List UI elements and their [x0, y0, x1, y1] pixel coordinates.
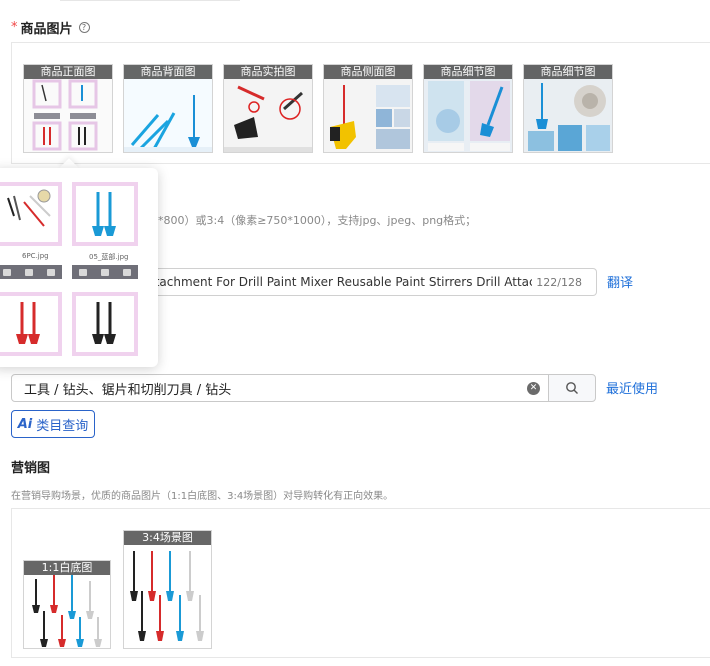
product-image-detail-2[interactable]: 商品细节图	[523, 64, 613, 153]
popover-image-red[interactable]	[0, 292, 62, 356]
view-icon[interactable]	[79, 268, 87, 276]
marketing-label: 1:1白底图	[24, 561, 110, 575]
slot-label: 商品侧面图	[324, 65, 412, 79]
popover-image-black[interactable]	[72, 292, 138, 356]
category-search-button[interactable]	[548, 374, 596, 402]
scene-image-preview	[124, 531, 211, 648]
slot-label: 商品细节图	[424, 65, 512, 79]
product-image-back[interactable]: 商品背面图	[123, 64, 213, 153]
product-image-front[interactable]: 商品正面图	[23, 64, 113, 153]
marketing-title: 营销图	[11, 461, 51, 476]
char-counter: 122/128	[536, 276, 582, 289]
product-image-detail-1[interactable]: 商品细节图	[423, 64, 513, 153]
marketing-label: 3:4场景图	[124, 531, 211, 545]
product-images-label: 商品图片	[20, 22, 73, 37]
question-circle-icon[interactable]: ?	[78, 22, 90, 33]
slot-label: 商品细节图	[524, 65, 612, 79]
black-image-preview	[92, 302, 116, 344]
ai-icon: Ai	[17, 416, 33, 432]
6pc-image-preview	[7, 189, 51, 227]
product-title-value: ttachment For Drill Paint Mixer Reusable…	[150, 275, 532, 289]
clear-icon[interactable]: ✕	[527, 382, 540, 395]
category-value: 工具 / 钻头、锯片和切削刀具 / 钻头	[24, 382, 232, 398]
marketing-panel	[11, 508, 710, 658]
product-title-input[interactable]: ttachment For Drill Paint Mixer Reusable…	[150, 268, 597, 296]
popover-actions-1	[0, 265, 62, 279]
popover-actions-2	[72, 265, 138, 279]
delete-icon[interactable]	[123, 268, 131, 276]
search-icon	[566, 382, 578, 394]
required-mark: *	[11, 20, 18, 35]
marketing-hint: 在营销导购场景，优质的商品图片（1:1白底图、3:4场景图）对导购转化有正向效果…	[11, 491, 394, 502]
product-image-real[interactable]: 商品实拍图	[223, 64, 313, 153]
marketing-image-scene[interactable]: 3:4场景图	[123, 530, 212, 649]
slot-label: 商品背面图	[124, 65, 212, 79]
ai-button-label: 类目查询	[36, 418, 89, 434]
popover-image-6pc[interactable]	[0, 182, 62, 246]
translate-link[interactable]: 翻译	[607, 272, 633, 291]
recent-used-link[interactable]: 最近使用	[606, 378, 658, 397]
slot-label: 商品实拍图	[224, 65, 312, 79]
red-image-preview	[16, 302, 40, 344]
top-divider	[60, 0, 240, 1]
popover-image-blue[interactable]	[72, 182, 138, 246]
link-icon[interactable]	[101, 268, 109, 276]
view-icon[interactable]	[3, 268, 11, 276]
link-icon[interactable]	[25, 268, 33, 276]
slot-label: 商品正面图	[24, 65, 112, 79]
ai-category-query-button[interactable]: Ai 类目查询	[11, 410, 95, 438]
marketing-image-square[interactable]: 1:1白底图	[23, 560, 111, 649]
delete-icon[interactable]	[47, 268, 55, 276]
popover-image-name: 6PC.jpg	[22, 252, 49, 260]
image-format-hint: 00*800）或3:4（像素≥750*1000），支持jpg、jpeg、png格…	[144, 214, 477, 227]
product-images-title: * 商品图片 ?	[11, 18, 90, 37]
popover-image-name: 05_蓝部.jpg	[89, 253, 129, 261]
category-input[interactable]: 工具 / 钻头、锯片和切削刀具 / 钻头 ✕	[11, 374, 549, 402]
blue-image-preview	[92, 192, 116, 236]
image-preview-popover: 6PC.jpg 05_蓝部.jpg	[0, 168, 158, 367]
product-image-side[interactable]: 商品侧面图	[323, 64, 413, 153]
